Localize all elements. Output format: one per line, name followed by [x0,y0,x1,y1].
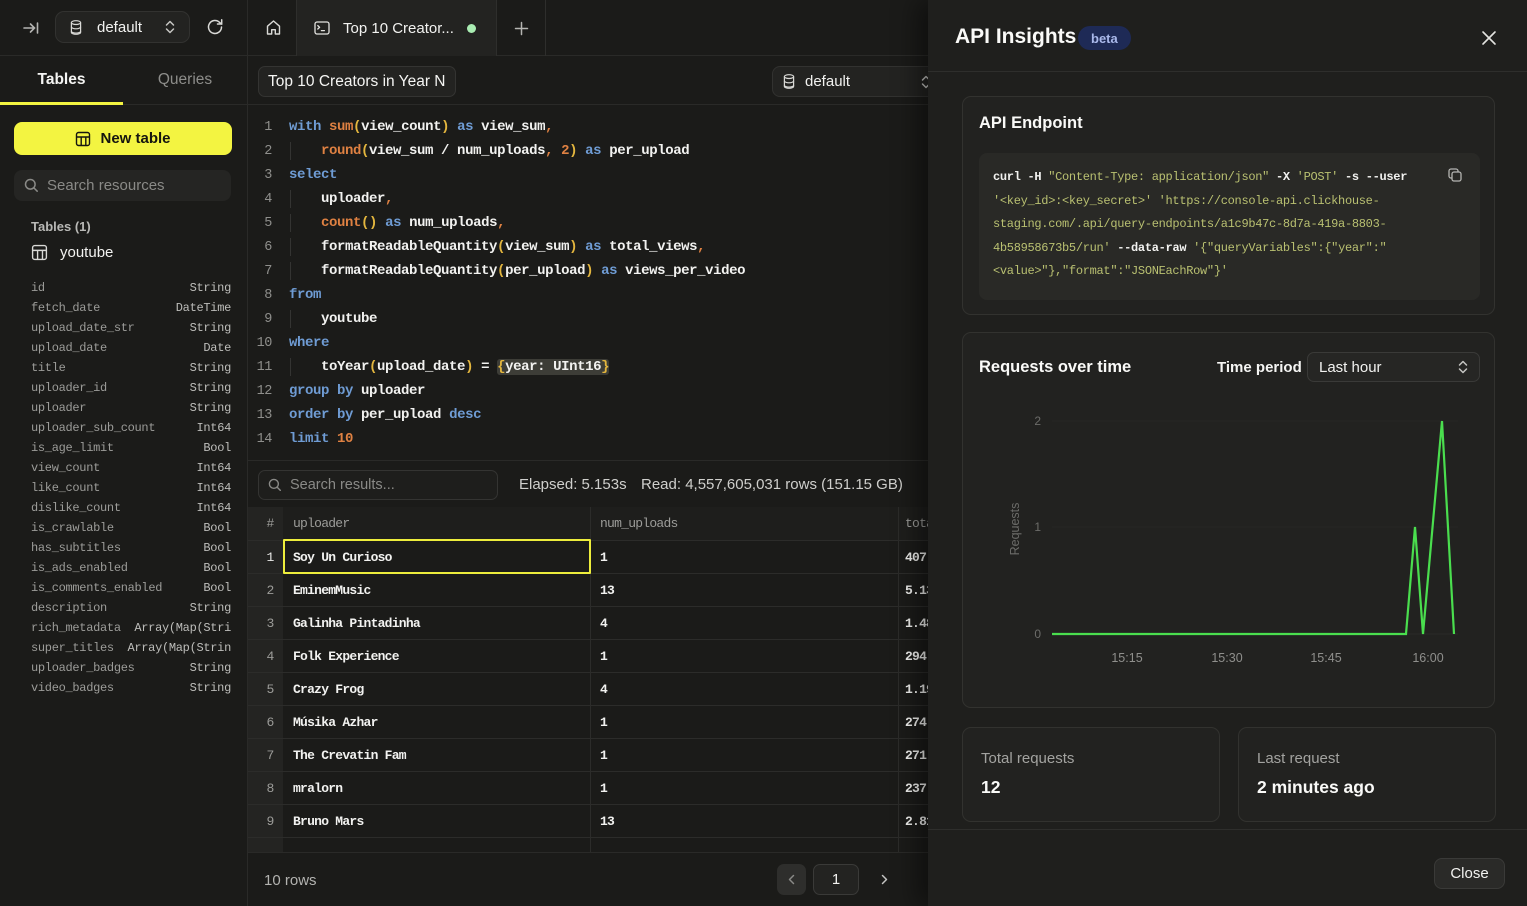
svg-text:2: 2 [1034,414,1041,428]
svg-text:16:00: 16:00 [1412,651,1443,665]
svg-text:15:30: 15:30 [1211,651,1242,665]
svg-text:15:45: 15:45 [1310,651,1341,665]
svg-text:1: 1 [1034,520,1041,534]
svg-text:0: 0 [1034,627,1041,641]
svg-text:Requests: Requests [1008,503,1022,556]
svg-text:15:15: 15:15 [1111,651,1142,665]
